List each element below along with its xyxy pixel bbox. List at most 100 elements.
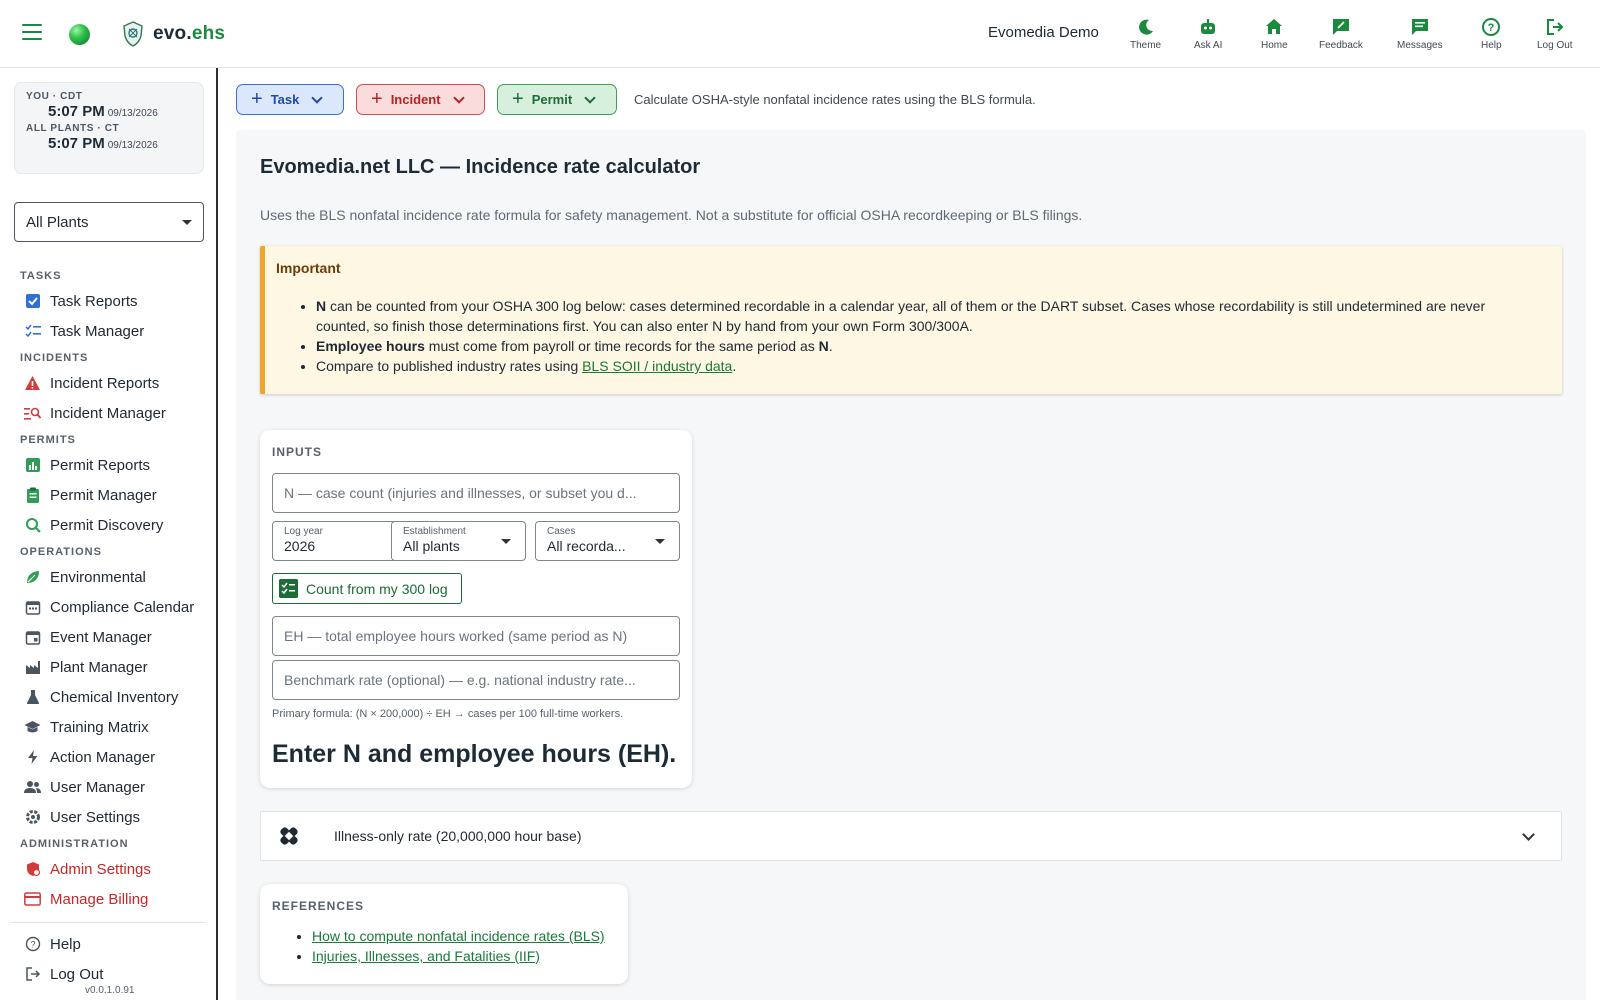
ask-ai-button[interactable]: Ask AI (1194, 17, 1222, 51)
logout-icon (1546, 19, 1564, 35)
inputs-label: INPUTS (272, 445, 323, 459)
section-operations: OPERATIONS (20, 546, 102, 558)
sidebar-nav: TASKS Task Reports Task Manager INCIDENT… (0, 264, 216, 989)
logout-icon (24, 966, 41, 983)
references-label: REFERENCES (272, 899, 365, 913)
chevron-down-icon (452, 91, 465, 104)
section-administration: ADMINISTRATION (20, 838, 129, 850)
discovery-icon (24, 517, 41, 534)
sidebar-item-admin-settings[interactable]: Admin Settings (0, 854, 216, 884)
leaf-icon (24, 569, 41, 586)
callout-item: N can be counted from your OSHA 300 log … (316, 296, 1562, 336)
section-tasks: TASKS (20, 270, 62, 282)
case-count-input[interactable]: N — case count (injuries and illnesses, … (272, 473, 680, 513)
chevron-down-icon (584, 91, 596, 104)
illness-rate-accordion[interactable]: Illness-only rate (20,000,000 hour base) (260, 811, 1562, 861)
app-version: v0.0.1.0.91 (85, 985, 135, 996)
list-item: How to compute nonfatal incidence rates … (312, 926, 605, 946)
establishment-select[interactable]: Establishment All plants (391, 521, 526, 561)
sidebar-item-incident-reports[interactable]: Incident Reports (0, 368, 216, 398)
help-button[interactable]: ? Help (1481, 17, 1502, 51)
help-icon: ? (24, 936, 41, 953)
sidebar-divider (10, 922, 206, 923)
section-permits: PERMITS (20, 434, 76, 446)
feedback-icon (1332, 19, 1349, 35)
home-icon (1266, 19, 1283, 34)
references-card: REFERENCES How to compute nonfatal incid… (260, 884, 628, 984)
list-item: Injuries, Illnesses, and Fatalities (IIF… (312, 946, 605, 966)
sidebar-item-manage-billing[interactable]: Manage Billing (0, 884, 216, 914)
home-button[interactable]: Home (1261, 17, 1288, 51)
user-timezone: YOU · CDT (26, 91, 83, 102)
iif-link[interactable]: Injuries, Illnesses, and Fatalities (IIF… (312, 948, 540, 964)
graduation-cap-icon (24, 719, 41, 736)
clipboard-icon (24, 487, 41, 504)
employee-hours-input[interactable]: EH — total employee hours worked (same p… (272, 616, 680, 656)
benchmark-rate-input[interactable]: Benchmark rate (optional) — e.g. nationa… (272, 660, 680, 700)
bandage-icon (280, 827, 298, 845)
menu-icon[interactable] (22, 24, 42, 40)
chevron-down-icon (182, 219, 192, 225)
sidebar-item-permit-reports[interactable]: Permit Reports (0, 450, 216, 480)
feedback-button[interactable]: Feedback (1319, 17, 1363, 51)
chevron-down-icon (1522, 828, 1535, 841)
bolt-icon (24, 749, 41, 766)
messages-icon (1411, 19, 1428, 35)
sidebar-item-incident-manager[interactable]: Incident Manager (0, 398, 216, 428)
chevron-down-icon (501, 539, 511, 544)
sidebar-item-task-reports[interactable]: Task Reports (0, 286, 216, 316)
robot-icon (1201, 19, 1216, 34)
callout-heading: Important (276, 260, 341, 276)
sidebar-item-task-manager[interactable]: Task Manager (0, 316, 216, 346)
svg-text:?: ? (1488, 22, 1495, 34)
new-permit-button[interactable]: + Permit (497, 84, 617, 115)
sidebar-item-user-settings[interactable]: User Settings (0, 802, 216, 832)
sidebar-item-chemical-inventory[interactable]: Chemical Inventory (0, 682, 216, 712)
action-bar: + Task + Incident + Permit Calculate OSH… (236, 84, 1036, 115)
checkbox-icon (24, 293, 41, 310)
sidebar-item-permit-manager[interactable]: Permit Manager (0, 480, 216, 510)
checklist-icon (279, 579, 298, 598)
sidebar-item-event-manager[interactable]: Event Manager (0, 622, 216, 652)
new-incident-button[interactable]: + Incident (356, 84, 485, 115)
sidebar-item-training-matrix[interactable]: Training Matrix (0, 712, 216, 742)
chevron-down-icon (655, 539, 665, 544)
cases-select[interactable]: Cases All recorda... (535, 521, 680, 561)
plus-icon: + (251, 87, 263, 110)
theme-button[interactable]: Theme (1130, 17, 1161, 51)
page-subtitle: Uses the BLS nonfatal incidence rate for… (260, 207, 1083, 223)
plant-selector[interactable]: All Plants (14, 202, 204, 242)
search-list-icon (24, 405, 41, 422)
page-title: Evomedia.net LLC — Incidence rate calcul… (260, 156, 701, 178)
new-task-button[interactable]: + Task (236, 84, 344, 115)
sidebar-item-help[interactable]: ? Help (0, 929, 216, 959)
help-icon: ? (1482, 18, 1501, 36)
bls-soii-link[interactable]: BLS SOII / industry data (582, 358, 732, 374)
svg-text:?: ? (30, 940, 35, 950)
gear-icon (24, 809, 41, 826)
app-logo[interactable]: evo.ehs (121, 20, 225, 48)
sidebar-item-environmental[interactable]: Environmental (0, 562, 216, 592)
logo-shield-icon (123, 21, 143, 47)
warning-icon (24, 375, 41, 392)
sidebar-item-action-manager[interactable]: Action Manager (0, 742, 216, 772)
references-list: How to compute nonfatal incidence rates … (272, 926, 605, 966)
inputs-card: INPUTS N — case count (injuries and illn… (260, 430, 692, 788)
logout-button[interactable]: Log Out (1537, 17, 1573, 51)
sidebar-item-plant-manager[interactable]: Plant Manager (0, 652, 216, 682)
app-name: evo.ehs (153, 23, 226, 44)
users-icon (24, 779, 41, 796)
sidebar-item-user-manager[interactable]: User Manager (0, 772, 216, 802)
bls-rates-link[interactable]: How to compute nonfatal incidence rates … (312, 928, 605, 944)
sidebar-item-permit-discovery[interactable]: Permit Discovery (0, 510, 216, 540)
plants-timezone: ALL PLANTS · CT (26, 123, 120, 134)
sidebar-item-compliance-calendar[interactable]: Compliance Calendar (0, 592, 216, 622)
plus-icon: + (512, 87, 524, 110)
count-from-300-log-button[interactable]: Count from my 300 log (272, 573, 462, 604)
callout-list: N can be counted from your OSHA 300 log … (276, 296, 1562, 376)
messages-button[interactable]: Messages (1397, 17, 1443, 51)
callout-item: Compare to published industry rates usin… (316, 356, 1562, 376)
page-hint: Calculate OSHA-style nonfatal incidence … (634, 92, 1036, 107)
accordion-title: Illness-only rate (20,000,000 hour base) (334, 828, 582, 844)
plus-icon: + (371, 87, 383, 110)
